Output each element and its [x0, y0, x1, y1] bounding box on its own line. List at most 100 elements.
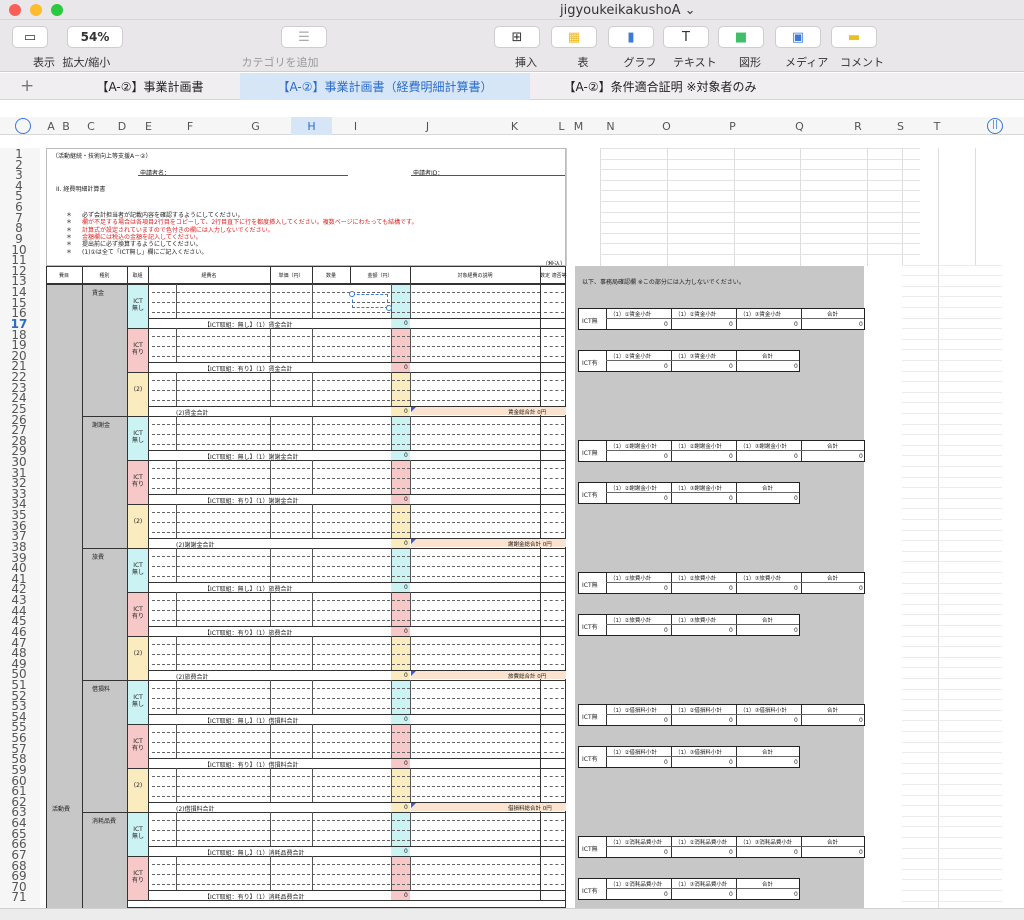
grid-line: [606, 582, 864, 583]
admin-col-header: （1）③旅費小計: [675, 618, 717, 624]
grid-line: [902, 720, 1002, 722]
grid-line: [148, 856, 149, 900]
table-header-cell[interactable]: 数定 適否等: [540, 272, 567, 279]
grid-line: [902, 794, 1002, 796]
freeze-toggle-icon[interactable]: ||: [987, 118, 1003, 134]
column-header-F[interactable]: F: [160, 117, 220, 135]
view-icon: ▭: [23, 29, 37, 45]
column-header-G[interactable]: G: [220, 117, 291, 135]
zoom-button[interactable]: 54%: [67, 26, 123, 48]
column-header-M[interactable]: M: [570, 117, 587, 135]
column-header-Q[interactable]: Q: [766, 117, 833, 135]
grid-line: [148, 494, 566, 495]
subtotal-value: 0: [404, 408, 408, 415]
text-button[interactable]: T: [663, 26, 709, 48]
grid-line: [410, 372, 411, 406]
column-header-B[interactable]: B: [57, 117, 75, 135]
grid-line: [127, 856, 566, 857]
select-all-icon[interactable]: [15, 118, 31, 134]
grid-line: [736, 705, 737, 725]
admin-col-header: （1）①賃金小計: [610, 312, 652, 318]
column-header-L[interactable]: L: [553, 117, 570, 135]
grid-line: [152, 512, 540, 513]
category-button[interactable]: ☰: [281, 26, 327, 48]
window-title[interactable]: jigyoukeikakushoA ⌄: [560, 3, 696, 18]
row-number[interactable]: 71: [0, 891, 38, 903]
grid-line: [152, 434, 540, 435]
column-header-J[interactable]: J: [379, 117, 476, 135]
column-header-H[interactable]: H: [291, 117, 332, 135]
table-header-cell[interactable]: 費目: [46, 272, 82, 279]
table-header-cell[interactable]: 単価（円）: [270, 272, 312, 279]
shape-button[interactable]: ■: [718, 26, 764, 48]
selected-cell[interactable]: [352, 294, 388, 308]
column-header-I[interactable]: I: [332, 117, 379, 135]
column-header-N[interactable]: N: [587, 117, 634, 135]
admin-col-header: 合計: [827, 840, 839, 846]
tab-expense-detail[interactable]: 【A-②】事業計画書（経費明細計算書）: [240, 73, 530, 100]
admin-col-header: （1）①旅費小計: [610, 576, 652, 582]
grid-line: [152, 532, 540, 533]
grid-line: [540, 284, 541, 328]
column-header-O[interactable]: O: [634, 117, 699, 135]
grid-line: [736, 573, 737, 593]
table-header-cell[interactable]: 経費名: [148, 272, 270, 279]
table-header-cell[interactable]: 金額（円）: [350, 272, 410, 279]
admin-value: 0: [664, 585, 668, 592]
grid-line: [801, 309, 802, 329]
grid-line: [152, 742, 540, 743]
spreadsheet-grid[interactable]: （活動継続・技術向上等支援A－②） 申請者名： 申請者ID： II. 経費明細計…: [40, 148, 1024, 908]
grid-line: [312, 504, 313, 538]
close-window-button[interactable]: [9, 4, 21, 16]
selection-handle[interactable]: [386, 305, 392, 311]
grid-line: [312, 284, 313, 318]
admin-value: 0: [729, 453, 733, 460]
grid-line: [152, 644, 540, 645]
minimize-window-button[interactable]: [30, 4, 42, 16]
grid-line: [152, 796, 540, 797]
admin-row-label: ICT無: [582, 714, 598, 721]
table-header-cell[interactable]: 対象経費の説明: [410, 272, 540, 279]
grid-line: [128, 637, 148, 680]
column-header-P[interactable]: P: [699, 117, 766, 135]
comment-button[interactable]: ▬: [831, 26, 877, 48]
column-header-A[interactable]: A: [45, 117, 57, 135]
table-button[interactable]: ▦: [551, 26, 597, 48]
selection-handle[interactable]: [349, 291, 355, 297]
grid-line: [270, 328, 271, 362]
tab-business-plan[interactable]: 【A-②】事業計画書: [60, 73, 240, 100]
column-header-T[interactable]: T: [918, 117, 956, 135]
grid-line: [867, 148, 868, 266]
admin-col-header: （1）③謝謝金小計: [675, 486, 722, 492]
tab-eligibility[interactable]: 【A-②】条件適合証明 ※対象者のみ: [530, 73, 790, 100]
ict-label: ICT 無し: [131, 694, 144, 708]
grid-line: [152, 444, 540, 445]
media-button[interactable]: ▣: [775, 26, 821, 48]
view-button[interactable]: ▭: [12, 26, 48, 48]
column-header-S[interactable]: S: [883, 117, 918, 135]
grid-line: [148, 680, 149, 724]
grid-line: [671, 351, 672, 371]
chart-button[interactable]: ▮: [608, 26, 654, 48]
grid-line: [391, 548, 392, 582]
column-header-D[interactable]: D: [107, 117, 137, 135]
add-sheet-icon[interactable]: +: [20, 76, 34, 96]
chevron-down-icon: ⌄: [684, 3, 696, 18]
ict-label: ICT 有り: [131, 342, 144, 356]
grid-line: [410, 724, 411, 758]
admin-value: 0: [729, 495, 733, 502]
column-header-R[interactable]: R: [833, 117, 883, 135]
grid-line: [671, 705, 672, 725]
insert-button[interactable]: ⊞: [494, 26, 540, 48]
table-header-cell[interactable]: 数量: [312, 272, 350, 279]
grid-line: [671, 483, 672, 503]
column-header-K[interactable]: K: [476, 117, 553, 135]
column-header-E[interactable]: E: [137, 117, 160, 135]
ict-label: ICT 有り: [131, 738, 144, 752]
grid-line: [148, 636, 149, 680]
table-header-cell[interactable]: 取組: [127, 272, 148, 279]
column-header-C[interactable]: C: [75, 117, 107, 135]
zoom-window-button[interactable]: [51, 4, 63, 16]
grid-line: [606, 351, 607, 371]
table-header-cell[interactable]: 種別: [82, 272, 127, 279]
